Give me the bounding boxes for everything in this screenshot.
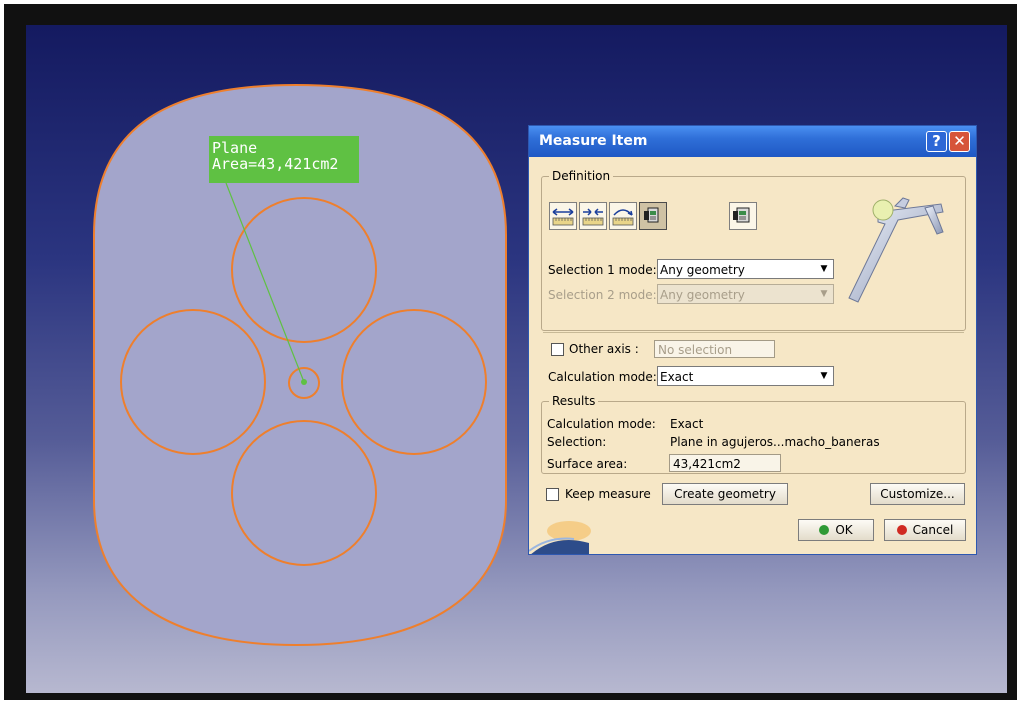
surface-area-value: 43,421cm2	[673, 457, 741, 471]
measure-item-dialog: Measure Item ? ✕ Definition Selection 1 …	[528, 125, 977, 555]
selection1-dropdown[interactable]: Any geometry ▼	[657, 259, 834, 279]
ok-green-dot-icon	[819, 525, 830, 535]
help-button[interactable]: ?	[926, 131, 947, 152]
callout-anchor-dot	[301, 379, 307, 385]
keep-measure-label: Keep measure	[565, 487, 651, 501]
surface-area-label: Surface area:	[547, 457, 628, 471]
cancel-label: Cancel	[912, 523, 954, 537]
other-axis-field[interactable]: No selection	[654, 340, 775, 358]
caliper-icon	[848, 197, 944, 303]
results-calc-mode-label: Calculation mode:	[547, 417, 656, 431]
calc-mode-value: Exact	[660, 370, 694, 384]
selection1-label: Selection 1 mode:	[548, 263, 657, 277]
results-selection-label: Selection:	[547, 435, 607, 449]
results-legend: Results	[552, 394, 596, 408]
close-button[interactable]: ✕	[949, 131, 970, 152]
ok-label: OK	[835, 523, 853, 537]
definition-divider	[543, 332, 964, 333]
measure-thickness-icon[interactable]	[729, 202, 757, 230]
dialog-title: Measure Item	[539, 133, 648, 149]
surface-area-field: 43,421cm2	[669, 454, 781, 472]
other-axis-label: Other axis :	[569, 342, 639, 356]
chevron-down-icon: ▼	[820, 371, 828, 381]
dialog-titlebar[interactable]: Measure Item ? ✕	[529, 126, 976, 157]
cancel-button[interactable]: Cancel	[884, 519, 966, 541]
ok-button[interactable]: OK	[798, 519, 874, 541]
measure-callout: Plane Area=43,421cm2	[209, 136, 359, 183]
customize-button[interactable]: Customize...	[870, 483, 965, 505]
catia-logo-swoosh-icon	[529, 521, 591, 554]
definition-legend: Definition	[552, 169, 611, 183]
calc-mode-label: Calculation mode:	[548, 370, 657, 384]
calc-mode-dropdown[interactable]: Exact ▼	[657, 366, 834, 386]
other-axis-value: No selection	[658, 343, 733, 357]
create-geometry-button[interactable]: Create geometry	[662, 483, 788, 505]
selection1-value: Any geometry	[660, 263, 745, 277]
chevron-down-icon: ▼	[820, 264, 828, 274]
other-axis-checkbox[interactable]	[551, 343, 564, 356]
measure-between-icon[interactable]	[549, 202, 577, 230]
measure-item-icon[interactable]	[639, 202, 667, 230]
callout-line-1: Plane	[212, 139, 258, 157]
selection2-label: Selection 2 mode:	[548, 288, 657, 302]
results-selection-value: Plane in agujeros...macho_baneras	[670, 435, 880, 449]
callout-line-2: Area=43,421cm2	[212, 155, 339, 173]
measure-arc-icon[interactable]	[609, 202, 637, 230]
keep-measure-checkbox[interactable]	[546, 488, 559, 501]
selection2-dropdown: Any geometry ▼	[657, 284, 834, 304]
results-calc-mode-value: Exact	[670, 417, 704, 431]
selection2-value: Any geometry	[660, 288, 745, 302]
cancel-red-dot-icon	[896, 525, 907, 535]
measure-item-distance-icon[interactable]	[579, 202, 607, 230]
chevron-down-icon: ▼	[820, 289, 828, 299]
